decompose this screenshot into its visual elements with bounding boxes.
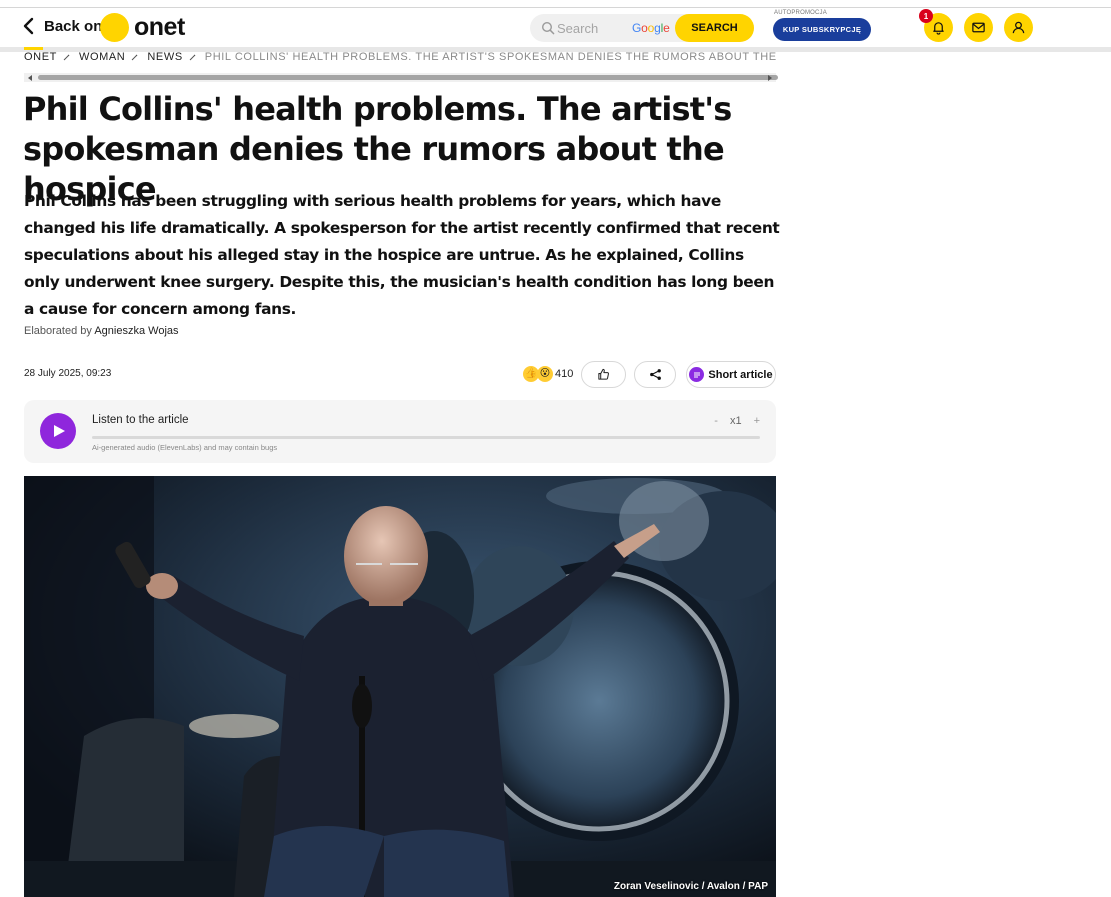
search-icon bbox=[541, 21, 555, 35]
scroll-left-icon[interactable] bbox=[28, 75, 32, 81]
reaction-count: 410 bbox=[555, 368, 574, 380]
publish-date: 28 July 2025, 09:23 bbox=[24, 368, 112, 379]
subscribe-button[interactable]: KUP SUBSKRYPCJĘ bbox=[773, 18, 871, 41]
short-article-button[interactable]: Short article bbox=[686, 361, 776, 388]
speed-value: x1 bbox=[729, 415, 742, 427]
promo-label: AUTOPROMOCJA bbox=[774, 10, 827, 16]
chevron-right-icon bbox=[63, 54, 70, 60]
back-button[interactable]: Back on bbox=[22, 17, 102, 35]
google-logo: Google bbox=[632, 21, 670, 35]
breadcrumb-current: PHIL COLLINS' HEALTH PROBLEMS. THE ARTIS… bbox=[204, 51, 776, 63]
breadcrumb-onet[interactable]: ONET bbox=[24, 51, 57, 63]
speed-increase-button[interactable]: + bbox=[754, 415, 760, 427]
logo-text: onet bbox=[134, 13, 185, 41]
play-button[interactable] bbox=[40, 413, 76, 449]
audio-player: Listen to the article Ai-generated audio… bbox=[24, 400, 776, 463]
article-photo: Zoran Veselinovic / Avalon / PAP bbox=[24, 476, 776, 897]
share-button[interactable] bbox=[634, 361, 676, 388]
thumbs-up-outline-icon bbox=[598, 368, 609, 380]
surprised-face-icon: 😮 bbox=[537, 366, 553, 382]
audio-disclaimer: Ai-generated audio (ElevenLabs) and may … bbox=[92, 443, 278, 452]
account-button[interactable] bbox=[1004, 13, 1033, 42]
breadcrumb-scrollbar[interactable] bbox=[24, 73, 778, 82]
author-prefix: Elaborated by bbox=[24, 325, 92, 337]
scrollbar-thumb[interactable] bbox=[38, 75, 778, 80]
short-article-label: Short article bbox=[708, 368, 773, 381]
concert-photo-illustration bbox=[24, 476, 776, 897]
audio-progress-track[interactable] bbox=[92, 436, 760, 439]
messages-button[interactable] bbox=[964, 13, 993, 42]
author-name[interactable]: Agnieszka Wojas bbox=[94, 325, 178, 337]
search-bar: Google SEARCH bbox=[530, 14, 754, 42]
article-lead: Phil Collins has been struggling with se… bbox=[24, 192, 780, 318]
photo-credit: Zoran Veselinovic / Avalon / PAP bbox=[613, 881, 768, 892]
react-button[interactable] bbox=[581, 361, 626, 388]
site-header: Back on onet Google SEARCH AUTOPROMOCJA … bbox=[0, 9, 1111, 47]
back-label: Back on bbox=[44, 17, 103, 35]
speed-decrease-button[interactable]: - bbox=[714, 415, 718, 427]
scroll-right-icon[interactable] bbox=[768, 75, 772, 81]
author-line: Elaborated by Agnieszka Wojas bbox=[24, 325, 179, 337]
breadcrumb-news[interactable]: NEWS bbox=[147, 51, 182, 63]
chevron-left-icon bbox=[23, 17, 34, 35]
browser-top-strip bbox=[0, 0, 1111, 8]
logo-dot-icon bbox=[100, 13, 129, 42]
notification-badge: 1 bbox=[919, 9, 933, 23]
breadcrumb: ONET WOMAN NEWS PHIL COLLINS' HEALTH PRO… bbox=[24, 50, 776, 64]
play-icon bbox=[54, 425, 65, 437]
player-title: Listen to the article bbox=[92, 414, 189, 426]
onet-logo[interactable]: onet bbox=[100, 13, 185, 42]
bell-icon bbox=[933, 22, 944, 35]
user-icon bbox=[1012, 21, 1025, 34]
speed-control: - x1 + bbox=[714, 415, 760, 427]
chevron-right-icon bbox=[189, 54, 196, 60]
short-article-icon bbox=[689, 367, 705, 382]
share-icon bbox=[649, 369, 661, 380]
breadcrumb-woman[interactable]: WOMAN bbox=[79, 51, 125, 63]
chevron-right-icon bbox=[132, 54, 138, 60]
mail-icon bbox=[972, 22, 985, 33]
reactions-summary[interactable]: 👍 😮 410 bbox=[523, 366, 573, 382]
search-button[interactable]: SEARCH bbox=[675, 14, 754, 42]
